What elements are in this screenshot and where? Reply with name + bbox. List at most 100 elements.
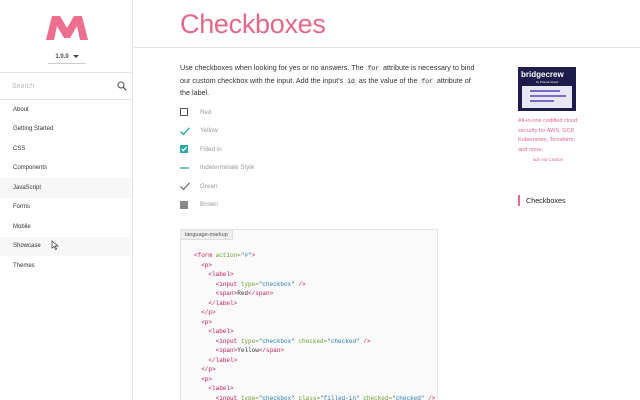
code-token: <form — [194, 252, 216, 259]
sidebar-item-css[interactable]: CSS — [0, 139, 132, 159]
code-listing: <form action="#"> <p> <label> <input typ… — [194, 251, 435, 400]
checkmark-icon — [180, 127, 190, 136]
code-token: </label> — [194, 356, 238, 364]
sidebar-item-showcase[interactable]: Showcase — [0, 236, 132, 256]
code-line: </label> — [194, 356, 435, 366]
code-line: </label> — [194, 299, 435, 309]
checkbox-label: Indeterminate Style — [200, 164, 255, 172]
code-token: Yellow — [237, 347, 259, 354]
code-token: <input — [194, 280, 241, 288]
ad-via-link[interactable]: ads via Carbon — [518, 157, 578, 162]
code-token: "checkbox" — [258, 394, 295, 400]
main-content: Use checkboxes when looking for yes or n… — [180, 62, 480, 99]
code-token: type= — [240, 337, 259, 345]
sidebar-item-themes[interactable]: Themes — [0, 256, 132, 276]
code-token: checked= — [294, 337, 328, 345]
code-token: </p> — [194, 309, 216, 316]
code-line: <input type="checkbox" checked="checked"… — [194, 337, 435, 347]
search-icon[interactable] — [117, 81, 127, 91]
code-token: <p> — [194, 375, 213, 383]
checkmark-disabled-icon — [180, 182, 190, 191]
intro-text-3: as the value of the — [356, 75, 420, 85]
sidebar-item-javascript[interactable]: JavaScript — [0, 178, 132, 198]
carbon-ad[interactable]: bridgecrew by Prisma Cloud All-in-one co… — [518, 67, 578, 162]
code-token: class= — [294, 394, 321, 400]
version-label: 1.0.0 — [55, 53, 69, 60]
code-token: <span> — [194, 347, 238, 354]
search-bar — [0, 72, 132, 100]
checkbox-brown[interactable]: Brown — [180, 196, 380, 215]
version-select[interactable]: 1.0.0 — [48, 50, 86, 64]
sidebar-item-about[interactable]: About — [0, 100, 132, 120]
code-token: "checkbox" — [258, 280, 295, 288]
sidebar-item-components[interactable]: Components — [0, 159, 132, 179]
code-line: <label> — [194, 270, 435, 280]
inline-code-for: for — [365, 65, 381, 72]
code-token: <p> — [194, 261, 213, 269]
code-line: <p> — [194, 261, 435, 271]
code-line: <label> — [194, 327, 435, 337]
sidebar-item-mobile[interactable]: Mobile — [0, 217, 132, 237]
code-token: type= — [240, 394, 259, 400]
code-token: checked= — [359, 394, 393, 400]
page-header: Checkboxes — [134, 0, 640, 48]
code-token: </label> — [194, 299, 238, 307]
code-token: <label> — [194, 271, 234, 278]
code-token: /> — [294, 280, 306, 288]
checkbox-label: Yellow — [200, 127, 218, 135]
code-line: <form action="#"> — [194, 251, 435, 261]
code-line: <span>Yellow</span> — [194, 346, 435, 356]
code-token: action= — [215, 252, 241, 259]
intro-text-1: Use checkboxes when looking for yes or n… — [180, 63, 366, 72]
code-block: language-markup <form action="#"> <p> <l… — [180, 229, 438, 400]
code-token: "#" — [240, 252, 252, 259]
code-token: </span> — [248, 290, 274, 297]
code-token: "checked" — [392, 394, 425, 400]
code-token: type= — [240, 280, 259, 288]
materialize-logo-icon[interactable] — [44, 14, 90, 40]
indeterminate-dash-icon — [180, 164, 189, 172]
checkbox-disabled-icon — [180, 200, 188, 209]
code-token: </p> — [194, 366, 216, 373]
code-token: <label> — [194, 385, 234, 392]
code-token: "checkbox" — [258, 337, 295, 345]
code-token: <span> — [194, 290, 238, 297]
code-token: Red — [237, 290, 249, 297]
ad-brand: bridgecrew — [521, 70, 564, 79]
ad-screen-bar — [530, 95, 566, 97]
search-input[interactable] — [12, 79, 102, 93]
code-token: </span> — [258, 347, 285, 354]
checkbox-indeterminate[interactable]: Indeterminate Style — [180, 159, 380, 178]
checkbox-label: Red — [200, 108, 212, 116]
ad-brand-sub: by Prisma Cloud — [536, 80, 559, 84]
code-token: "checked" — [327, 337, 360, 345]
checkbox-label: Green — [200, 182, 218, 190]
code-token: /> — [424, 394, 436, 400]
code-token: <label> — [194, 328, 234, 335]
inline-code-id: id — [345, 77, 357, 85]
checkbox-yellow[interactable]: Yellow — [180, 122, 380, 141]
ad-image[interactable]: bridgecrew by Prisma Cloud — [518, 67, 576, 111]
caret-down-icon — [72, 55, 79, 58]
code-line: </p> — [194, 308, 435, 318]
ad-text[interactable]: All-in-one codified cloud security for A… — [518, 117, 578, 155]
ad-screen-bar — [530, 90, 560, 92]
checkbox-green[interactable]: Green — [180, 177, 380, 196]
checkbox-red[interactable]: Red — [180, 103, 380, 122]
checkbox-filled-icon — [180, 145, 188, 154]
code-line: <p> — [194, 375, 435, 385]
sidebar-item-getting-started[interactable]: Getting Started — [0, 120, 132, 140]
inline-code-for-2: for — [419, 77, 435, 85]
ad-screen-bar — [530, 100, 554, 102]
sidebar-item-forms[interactable]: Forms — [0, 198, 132, 218]
mouse-pointer-icon — [51, 240, 59, 250]
code-line: <span>Red</span> — [194, 289, 435, 299]
checkbox-demo: Red Yellow Filled in Indeterminate Style… — [180, 103, 380, 214]
code-line: <input type="checkbox" /> — [194, 280, 435, 290]
checkbox-filled-in[interactable]: Filled in — [180, 140, 380, 159]
code-token: "filled-in" — [320, 394, 360, 400]
intro-paragraph: Use checkboxes when looking for yes or n… — [180, 62, 480, 99]
code-line: <label> — [194, 384, 435, 394]
code-token: /> — [359, 337, 371, 345]
toc-item-checkboxes[interactable]: Checkboxes — [518, 195, 566, 206]
